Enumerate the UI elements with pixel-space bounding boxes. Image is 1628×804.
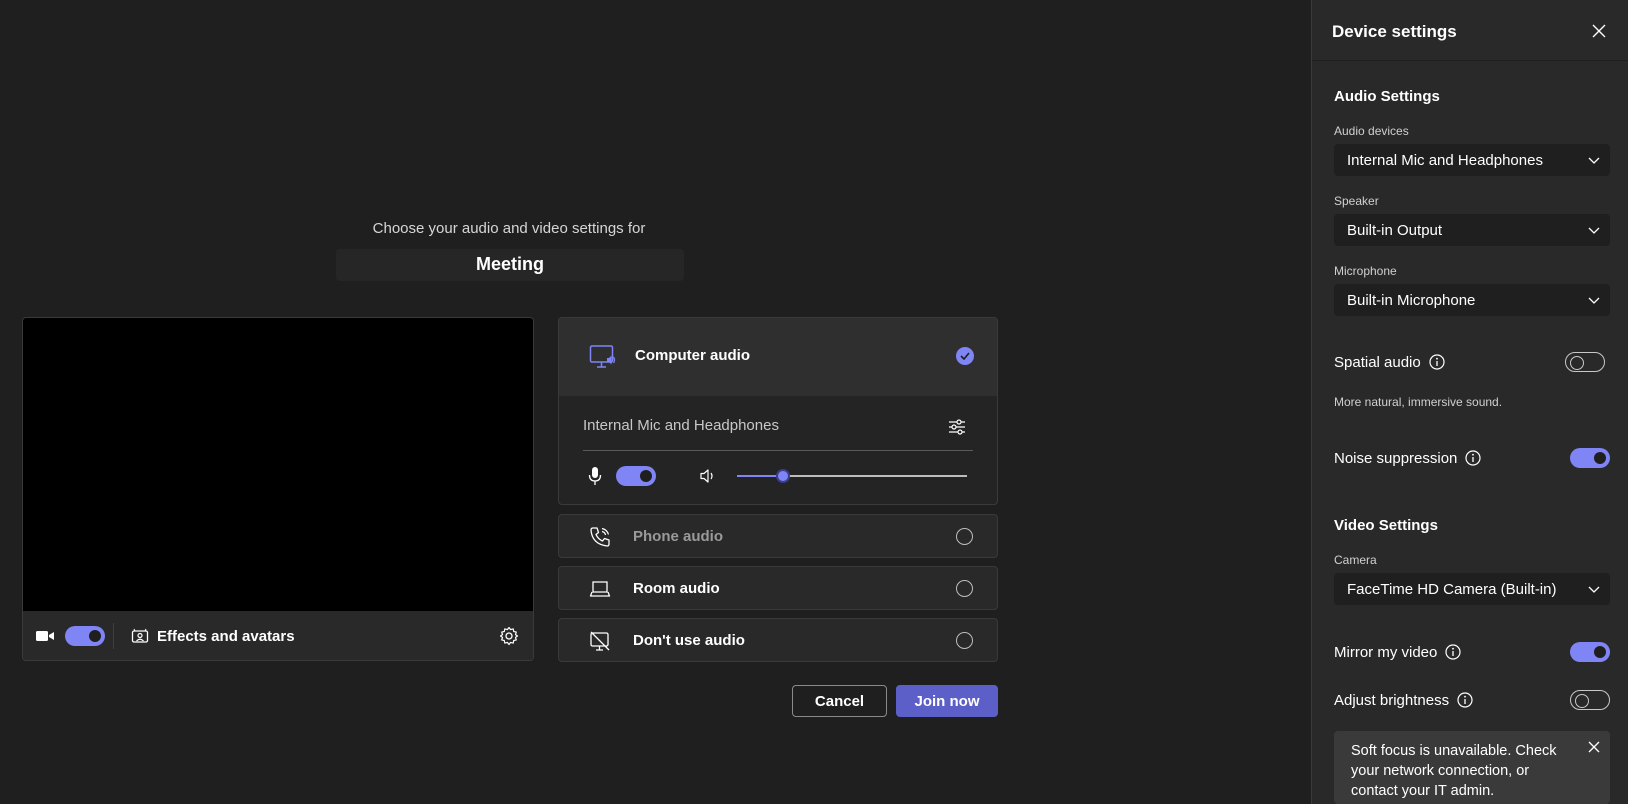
phone-audio-option[interactable]: Phone audio <box>558 514 998 558</box>
video-preview <box>23 318 533 611</box>
noise-suppression-row: Noise suppression <box>1334 447 1610 469</box>
join-now-button[interactable]: Join now <box>896 685 998 717</box>
no-audio-radio[interactable] <box>956 632 973 649</box>
adjust-brightness-toggle[interactable] <box>1570 690 1610 710</box>
room-audio-label: Room audio <box>633 580 720 597</box>
no-audio-icon <box>590 631 610 651</box>
adjust-brightness-row: Adjust brightness <box>1334 689 1610 711</box>
no-audio-label: Don't use audio <box>633 632 745 649</box>
close-icon[interactable] <box>1592 24 1606 38</box>
spatial-audio-row: Spatial audio <box>1334 351 1610 373</box>
phone-audio-radio[interactable] <box>956 528 973 545</box>
panel-title: Device settings <box>1332 22 1457 41</box>
gear-icon[interactable] <box>499 626 519 646</box>
adjust-brightness-label: Adjust brightness <box>1334 691 1450 709</box>
no-audio-option[interactable]: Don't use audio <box>558 618 998 662</box>
audio-settings-heading: Audio Settings <box>1334 88 1440 105</box>
info-icon[interactable] <box>1429 354 1445 370</box>
volume-slider-thumb[interactable] <box>776 469 790 483</box>
computer-audio-option[interactable]: Computer audio Internal Mic and Headphon… <box>558 317 998 505</box>
computer-audio-label: Computer audio <box>635 347 750 364</box>
info-icon[interactable] <box>1457 692 1473 708</box>
chevron-down-icon <box>1588 297 1600 304</box>
video-settings-heading: Video Settings <box>1334 517 1438 534</box>
room-audio-radio[interactable] <box>956 580 973 597</box>
computer-audio-icon <box>589 345 616 368</box>
choose-settings-text: Choose your audio and video settings for <box>372 220 646 237</box>
divider <box>113 623 114 649</box>
mirror-video-row: Mirror my video <box>1334 641 1610 663</box>
effects-and-avatars-button[interactable]: Effects and avatars <box>131 621 295 651</box>
microphone-label: Microphone <box>1334 264 1397 278</box>
video-camera-icon <box>36 631 54 641</box>
audio-device-name: Internal Mic and Headphones <box>583 417 779 434</box>
camera-label: Camera <box>1334 553 1377 567</box>
camera-value: FaceTime HD Camera (Built-in) <box>1347 580 1557 598</box>
camera-toggle[interactable] <box>65 626 105 646</box>
phone-audio-icon <box>590 527 610 547</box>
noise-suppression-toggle[interactable] <box>1570 448 1610 468</box>
spatial-audio-label: Spatial audio <box>1334 353 1421 371</box>
chevron-down-icon <box>1588 157 1600 164</box>
panel-header: Device settings <box>1312 0 1628 61</box>
chevron-down-icon <box>1588 227 1600 234</box>
effects-label: Effects and avatars <box>157 627 295 645</box>
soft-focus-warning-banner: Soft focus is unavailable. Check your ne… <box>1334 731 1610 804</box>
selected-check-icon <box>956 347 974 365</box>
close-icon[interactable] <box>1588 741 1600 753</box>
volume-slider[interactable] <box>737 469 967 483</box>
info-icon[interactable] <box>1445 644 1461 660</box>
room-audio-icon <box>589 581 611 597</box>
cancel-button[interactable]: Cancel <box>792 685 887 717</box>
device-settings-panel: Device settings Audio Settings Audio dev… <box>1311 0 1628 804</box>
computer-audio-header[interactable]: Computer audio <box>559 318 997 396</box>
speaker-volume-icon <box>700 469 713 483</box>
divider <box>583 450 973 451</box>
speaker-dropdown[interactable]: Built-in Output <box>1334 214 1610 246</box>
microphone-value: Built-in Microphone <box>1347 291 1476 309</box>
microphone-icon <box>588 467 602 485</box>
microphone-toggle[interactable] <box>616 466 656 486</box>
mirror-video-label: Mirror my video <box>1334 643 1438 661</box>
audio-devices-value: Internal Mic and Headphones <box>1347 151 1543 169</box>
room-audio-option[interactable]: Room audio <box>558 566 998 610</box>
meeting-title: Meeting <box>336 249 684 281</box>
banner-message: Soft focus is unavailable. Check your ne… <box>1351 743 1557 799</box>
video-preview-card: Effects and avatars <box>22 317 534 661</box>
speaker-label: Speaker <box>1334 194 1379 208</box>
audio-devices-dropdown[interactable]: Internal Mic and Headphones <box>1334 144 1610 176</box>
microphone-dropdown[interactable]: Built-in Microphone <box>1334 284 1610 316</box>
audio-devices-label: Audio devices <box>1334 124 1409 138</box>
spatial-audio-toggle[interactable] <box>1565 352 1605 372</box>
camera-dropdown[interactable]: FaceTime HD Camera (Built-in) <box>1334 573 1610 605</box>
prejoin-screen: Choose your audio and video settings for… <box>0 0 1628 804</box>
mirror-video-toggle[interactable] <box>1570 642 1610 662</box>
device-settings-sliders-icon[interactable] <box>948 418 966 436</box>
info-icon[interactable] <box>1465 450 1482 466</box>
effects-icon <box>131 628 149 643</box>
chevron-down-icon <box>1588 586 1600 593</box>
video-controls-bar: Effects and avatars <box>23 611 533 660</box>
phone-audio-label: Phone audio <box>633 528 723 545</box>
spatial-audio-description: More natural, immersive sound. <box>1334 395 1503 409</box>
speaker-value: Built-in Output <box>1347 221 1443 239</box>
noise-suppression-label: Noise suppression <box>1334 449 1458 467</box>
